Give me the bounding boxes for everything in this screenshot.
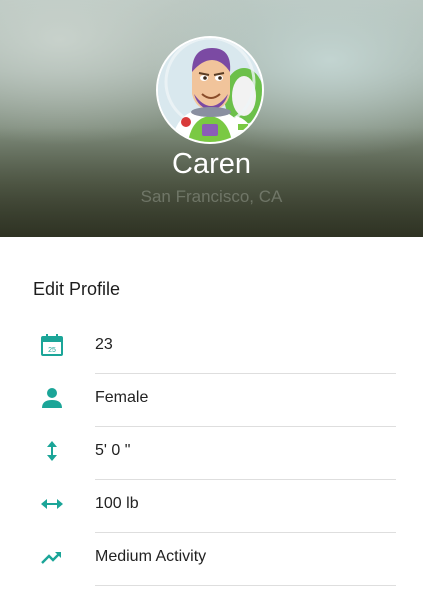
row-divider bbox=[95, 585, 396, 586]
calendar-icon: 25 bbox=[40, 333, 64, 357]
horizontal-arrows-icon bbox=[40, 492, 64, 516]
field-row-height[interactable]: 5' 0 " bbox=[0, 427, 423, 480]
avatar[interactable] bbox=[156, 36, 264, 144]
field-activity-value: Medium Activity bbox=[95, 548, 207, 565]
vertical-arrows-icon bbox=[40, 439, 64, 463]
trending-up-icon bbox=[40, 545, 64, 569]
field-row-activity[interactable]: Medium Activity bbox=[0, 533, 423, 586]
profile-location: San Francisco, CA bbox=[140, 187, 283, 206]
field-row-weight[interactable]: 100 lb bbox=[0, 480, 423, 533]
avatar-image bbox=[158, 38, 262, 142]
profile-name: Caren bbox=[172, 148, 251, 180]
field-row-age[interactable]: 25 23 bbox=[0, 321, 423, 374]
field-age-value: 23 bbox=[95, 336, 113, 353]
person-icon bbox=[40, 386, 64, 410]
field-height-value: 5' 0 " bbox=[95, 442, 131, 459]
field-gender-value: Female bbox=[95, 389, 149, 406]
field-weight-value: 100 lb bbox=[95, 495, 139, 512]
field-row-gender[interactable]: Female bbox=[0, 374, 423, 427]
profile-header: Caren San Francisco, CA bbox=[0, 0, 423, 237]
edit-profile-title: Edit Profile bbox=[33, 279, 121, 299]
svg-text:25: 25 bbox=[48, 347, 56, 354]
